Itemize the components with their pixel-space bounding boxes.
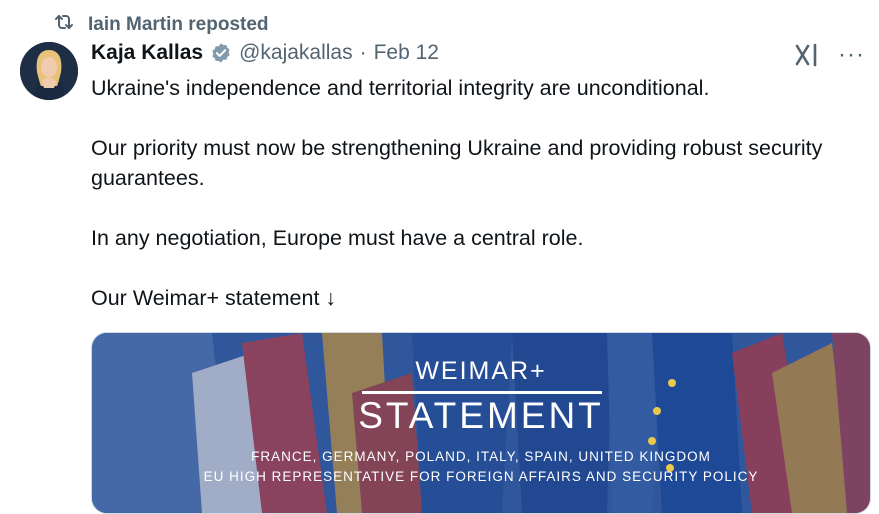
tweet-paragraph: Our priority must now be strengthening U… xyxy=(91,136,823,190)
verified-badge-icon[interactable] xyxy=(210,42,232,64)
tweet-header: Kaja Kallas @kajakallas · Feb 12 xyxy=(91,41,439,65)
tweet-paragraph: In any negotiation, Europe must have a c… xyxy=(91,226,584,250)
more-options-button[interactable]: ··· xyxy=(838,43,865,67)
media-eu-rep: EU HIGH REPRESENTATIVE FOR FOREIGN AFFAI… xyxy=(203,469,759,484)
repost-text[interactable]: Iain Martin reposted xyxy=(88,14,269,36)
author-name[interactable]: Kaja Kallas xyxy=(91,41,203,65)
author-handle[interactable]: @kajakallas xyxy=(239,41,353,65)
avatar[interactable] xyxy=(20,42,78,100)
media-overlay: WEIMAR+ STATEMENT FRANCE, GERMANY, POLAN… xyxy=(92,333,870,513)
repost-header[interactable]: Iain Martin reposted xyxy=(52,10,269,40)
tweet-text: Ukraine's independence and territorial i… xyxy=(91,73,851,343)
repost-icon xyxy=(52,10,76,40)
media-title: STATEMENT xyxy=(358,395,604,436)
tweet-paragraph: Our Weimar+ statement ↓ xyxy=(91,286,337,310)
tweet-paragraph: Ukraine's independence and territorial i… xyxy=(91,76,710,100)
tweet-media-image[interactable]: WEIMAR+ STATEMENT FRANCE, GERMANY, POLAN… xyxy=(91,332,871,514)
tweet-actions: ··· xyxy=(794,42,865,68)
tweet-date[interactable]: Feb 12 xyxy=(374,41,439,65)
media-divider xyxy=(362,391,602,394)
grok-icon[interactable] xyxy=(794,42,820,68)
separator-dot: · xyxy=(359,41,367,64)
media-countries: FRANCE, GERMANY, POLAND, ITALY, SPAIN, U… xyxy=(251,449,711,464)
media-subtitle: WEIMAR+ xyxy=(415,357,547,385)
